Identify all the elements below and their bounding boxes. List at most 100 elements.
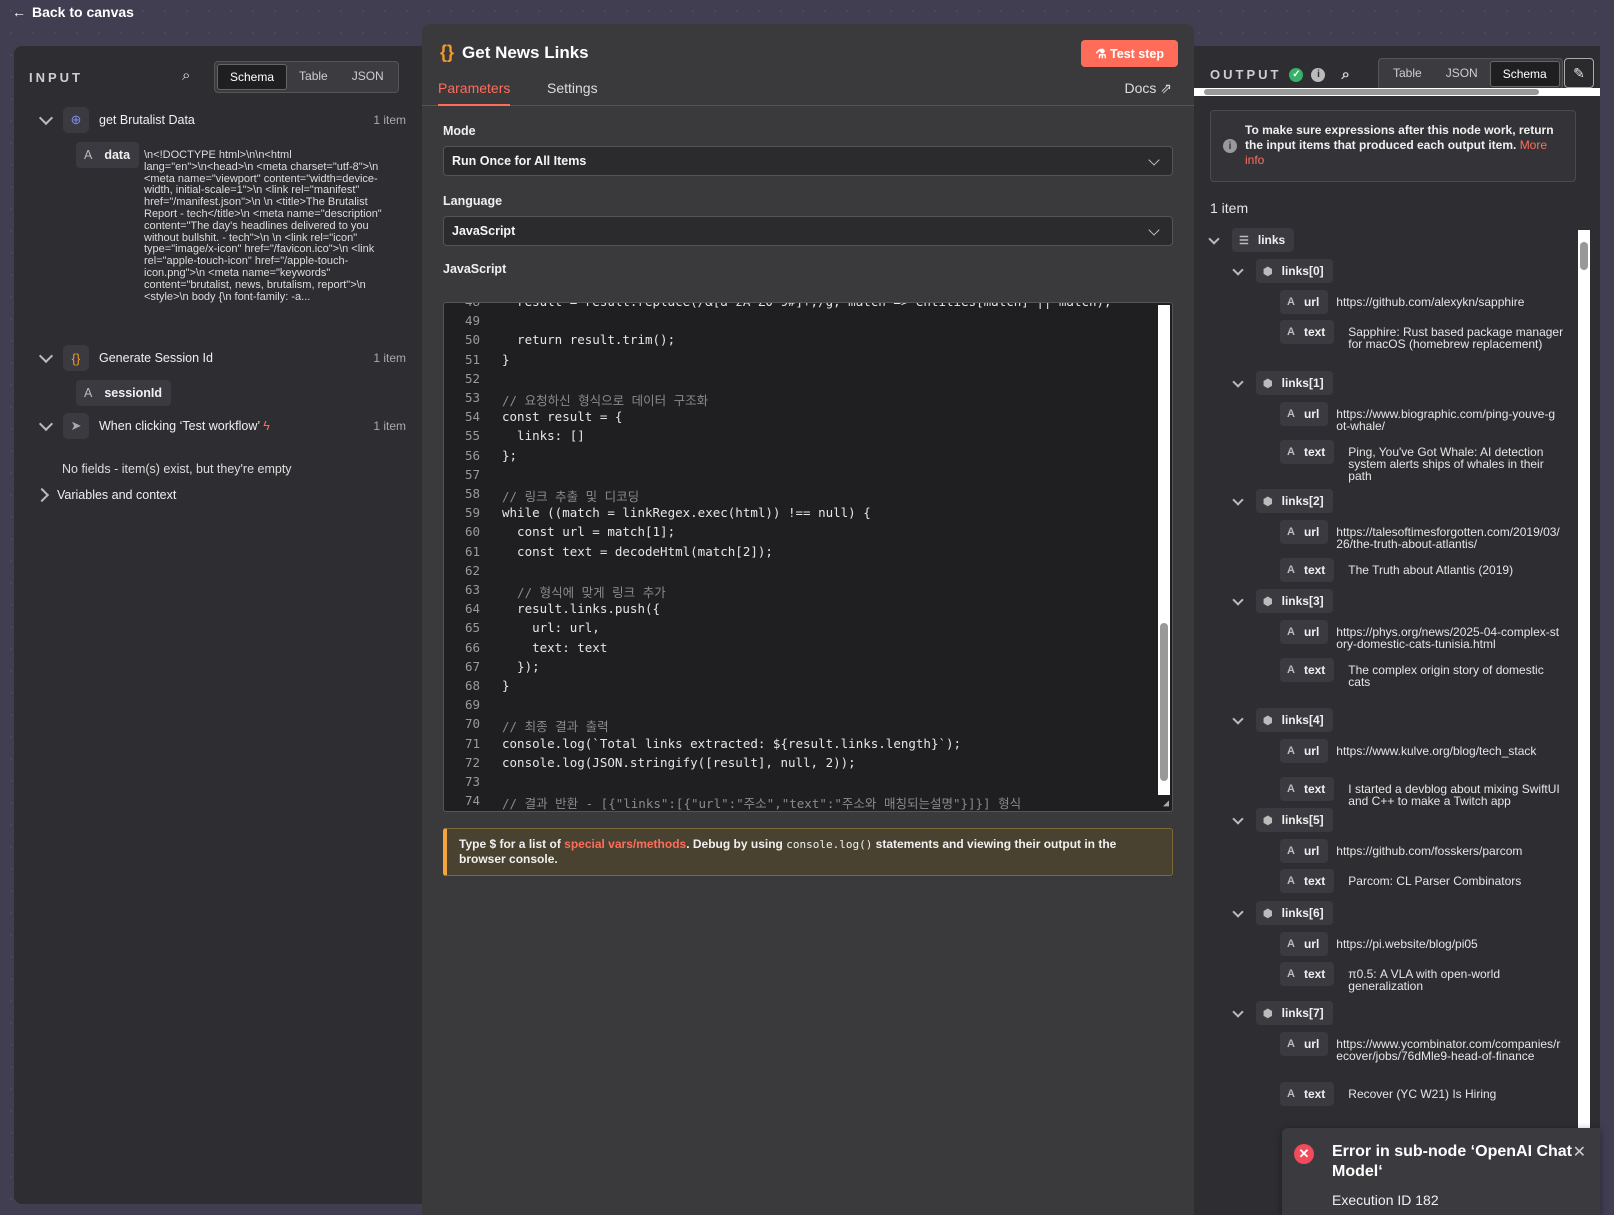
code-line[interactable]: 56};	[444, 448, 517, 467]
code-line[interactable]: 59 while ((match = linkRegex.exec(html)) …	[444, 505, 871, 524]
chevron-down-icon[interactable]	[1232, 593, 1244, 606]
schema-field-url[interactable]: Aurl https://www.ycombinator.com/companie…	[1280, 1032, 1561, 1062]
chevron-down-icon[interactable]	[38, 348, 54, 364]
schema-field-url[interactable]: Aurl https://www.biographic.com/ping-youv…	[1280, 402, 1561, 432]
schema-item-header[interactable]: ⬢ links[6]	[1232, 901, 1333, 925]
code-line[interactable]: 73	[444, 774, 502, 793]
code-line[interactable]: 54 const result = {	[444, 409, 622, 428]
code-line[interactable]: 58 // 링크 추출 및 디코딩	[444, 486, 639, 505]
chevron-down-icon[interactable]	[1232, 812, 1244, 825]
code-line[interactable]: 65 url: url,	[444, 620, 600, 639]
language-select[interactable]: JavaScript	[443, 216, 1173, 246]
schema-field-text[interactable]: Atext Recover (YC W21) Is Hiring	[1280, 1082, 1566, 1106]
code-line[interactable]: 69	[444, 697, 502, 716]
chevron-down-icon[interactable]	[38, 110, 54, 126]
code-line[interactable]: 50 return result.trim();	[444, 332, 675, 351]
tab-table[interactable]: Table	[287, 64, 340, 90]
tab-table[interactable]: Table	[1381, 61, 1434, 87]
schema-field-url[interactable]: Aurl https://talesoftimesforgotten.com/20…	[1280, 520, 1561, 550]
code-line[interactable]: 48 result = result.replace(/&[a-zA-Z0-9#…	[444, 303, 1112, 313]
back-to-canvas-button[interactable]: ← Back to canvas	[12, 4, 134, 20]
input-node-generate-session-id[interactable]: {} Generate Session Id 1 item	[14, 343, 422, 373]
tab-json[interactable]: JSON	[340, 64, 396, 90]
schema-field-text[interactable]: Atext The complex origin story of domesti…	[1280, 658, 1566, 688]
chevron-down-icon[interactable]	[1232, 1005, 1244, 1018]
code-line[interactable]: 61 const text = decodeHtml(match[2]);	[444, 544, 773, 563]
schema-item-header[interactable]: ⬢ links[7]	[1232, 1001, 1333, 1025]
tab-settings[interactable]: Settings	[547, 80, 598, 96]
schema-root-links[interactable]: ☰ links	[1208, 228, 1295, 252]
chevron-down-icon[interactable]	[38, 416, 54, 432]
chevron-down-icon[interactable]	[1208, 232, 1220, 245]
schema-field-url[interactable]: Aurl https://github.com/alexykn/sapphire	[1280, 290, 1561, 314]
field-data[interactable]: A data	[76, 142, 140, 168]
close-icon[interactable]: ✕	[1573, 1142, 1586, 1162]
code-line[interactable]: 57	[444, 467, 502, 486]
tab-parameters[interactable]: Parameters	[438, 80, 511, 106]
docs-link[interactable]: Docs ⇗	[1124, 80, 1172, 97]
schema-field-text[interactable]: Atext I started a devblog about mixing Sw…	[1280, 777, 1566, 807]
test-step-button[interactable]: ⚗ Test step	[1081, 40, 1178, 67]
schema-field-url[interactable]: Aurl https://github.com/fosskers/parcom	[1280, 839, 1561, 863]
code-line[interactable]: 67 });	[444, 659, 540, 678]
code-braces-icon: {}	[440, 42, 455, 62]
code-line[interactable]: 74 // 결과 반환 - [{"links":[{"url":"주소","tex…	[444, 793, 1021, 811]
schema-item-header[interactable]: ⬢ links[1]	[1232, 371, 1333, 395]
code-line[interactable]: 71 console.log(`Total links extracted: ${…	[444, 736, 961, 755]
code-line[interactable]: 53 // 요청하신 형식으로 데이터 구조화	[444, 390, 708, 409]
code-line[interactable]: 60 const url = match[1];	[444, 524, 675, 543]
code-editor[interactable]: 48 result = result.replace(/&[a-zA-Z0-9#…	[443, 302, 1173, 812]
special-vars-link[interactable]: special vars/methods	[564, 837, 686, 851]
code-line[interactable]: 62	[444, 563, 502, 582]
schema-key: links[3]	[1281, 594, 1324, 608]
schema-field-url[interactable]: Aurl https://phys.org/news/2025-04-comple…	[1280, 620, 1561, 650]
variables-and-context[interactable]: Variables and context	[14, 480, 422, 510]
schema-field-text[interactable]: Atext Parcom: CL Parser Combinators	[1280, 869, 1566, 893]
code-line[interactable]: 68}	[444, 678, 510, 697]
tab-schema[interactable]: Schema	[1489, 61, 1560, 87]
mode-select[interactable]: Run Once for All Items	[443, 146, 1173, 176]
chevron-down-icon[interactable]	[1232, 375, 1244, 388]
chevron-right-icon[interactable]	[34, 487, 50, 503]
schema-item-header[interactable]: ⬢ links[4]	[1232, 708, 1333, 732]
chevron-down-icon[interactable]	[1232, 493, 1244, 506]
code-line[interactable]: 64 result.links.push({	[444, 601, 660, 620]
flask-icon: ⚗	[1095, 47, 1107, 61]
scrollbar-thumb[interactable]	[1204, 89, 1539, 95]
chevron-down-icon[interactable]	[1232, 712, 1244, 725]
code-line[interactable]: 70 // 최종 결과 출력	[444, 716, 609, 735]
chevron-down-icon[interactable]	[1232, 905, 1244, 918]
info-icon[interactable]: i	[1311, 67, 1326, 82]
schema-field-text[interactable]: Atext The Truth about Atlantis (2019)	[1280, 558, 1566, 582]
schema-field-text[interactable]: Atext Sapphire: Rust based package manage…	[1280, 320, 1566, 350]
input-node-when-clicking-test-workflow[interactable]: ➤ When clicking ‘Test workflow’ ϟ 1 item	[14, 411, 422, 441]
field-sessionid[interactable]: A sessionId	[76, 380, 172, 406]
edit-pencil-icon[interactable]: ✎	[1564, 58, 1594, 88]
schema-field-url[interactable]: Aurl https://pi.website/blog/pi05	[1280, 932, 1561, 956]
schema-field-text[interactable]: Atext Ping, You've Got Whale: AI detectio…	[1280, 440, 1566, 482]
code-line[interactable]: 63 // 형식에 맞게 링크 추가	[444, 582, 666, 601]
schema-item-header[interactable]: ⬢ links[5]	[1232, 808, 1333, 832]
schema-item-header[interactable]: ⬢ links[2]	[1232, 489, 1333, 513]
code-scrollbar-thumb[interactable]	[1160, 623, 1168, 781]
output-horizontal-scrollbar[interactable]	[1194, 88, 1600, 96]
schema-item-header[interactable]: ⬢ links[3]	[1232, 589, 1333, 613]
code-line[interactable]: 49	[444, 313, 502, 332]
schema-field-text[interactable]: Atext π0.5: A VLA with open-world general…	[1280, 962, 1566, 992]
code-line[interactable]: 55 links: []	[444, 428, 585, 447]
code-line[interactable]: 52	[444, 371, 502, 390]
input-node-get-brutalist-data[interactable]: ⊕ get Brutalist Data 1 item	[14, 105, 422, 135]
schema-field-url[interactable]: Aurl https://www.kulve.org/blog/tech_stac…	[1280, 739, 1561, 763]
chevron-down-icon[interactable]	[1232, 263, 1244, 276]
code-line[interactable]: 72 console.log(JSON.stringify([result], n…	[444, 755, 856, 774]
schema-item-header[interactable]: ⬢ links[0]	[1232, 259, 1333, 283]
output-vertical-scrollbar[interactable]	[1578, 230, 1590, 1155]
code-line[interactable]: 51}	[444, 352, 510, 371]
scrollbar-thumb[interactable]	[1580, 242, 1588, 270]
code-line[interactable]: 66 text: text	[444, 640, 607, 659]
search-icon[interactable]: ⌕	[182, 67, 190, 84]
tab-json[interactable]: JSON	[1434, 61, 1490, 87]
resize-handle-icon[interactable]: ◢	[1163, 798, 1169, 809]
search-icon[interactable]: ⌕	[1341, 66, 1349, 83]
tab-schema[interactable]: Schema	[217, 64, 288, 90]
